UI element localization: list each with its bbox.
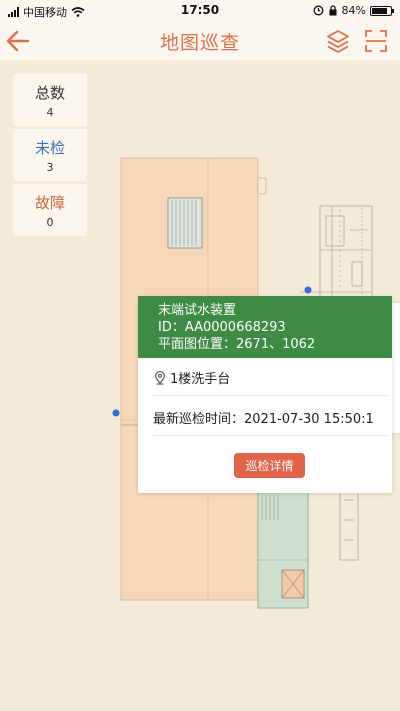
stat-value: 3 <box>46 161 54 174</box>
status-right: 84% <box>313 4 394 17</box>
device-info-popup: 末端试水装置 ID：AA0000668293 平面图位置：2671、1062 1… <box>138 296 392 493</box>
layers-icon <box>327 30 349 53</box>
stat-fault[interactable]: 故障 0 <box>13 184 87 236</box>
stat-label: 未检 <box>34 139 65 157</box>
battery-fill <box>372 7 388 14</box>
latest-inspection-text: 最新巡检时间：2021-07-30 15:50:1 <box>153 412 374 427</box>
stat-value: 4 <box>46 106 54 119</box>
device-id: ID：AA0000668293 <box>158 320 286 335</box>
location-row: 1楼洗手台 <box>153 360 387 396</box>
stat-total[interactable]: 总数 4 <box>13 74 87 126</box>
orientation-lock-icon <box>329 5 337 16</box>
stat-value: 0 <box>46 216 54 229</box>
stat-label: 故障 <box>34 194 65 212</box>
alarm-icon <box>313 5 323 16</box>
location-pin-icon <box>155 370 165 385</box>
battery-percent: 84% <box>341 4 366 17</box>
stat-label: 总数 <box>34 84 65 102</box>
layers-button[interactable] <box>326 28 350 54</box>
popup-header: 末端试水装置 ID：AA0000668293 平面图位置：2671、1062 <box>138 296 392 358</box>
status-bar: 中国移动 17:50 84% <box>0 0 400 22</box>
scan-icon <box>365 30 387 52</box>
inspection-row: 最新巡检时间：2021-07-30 15:50:1 <box>153 400 387 436</box>
battery-icon <box>370 5 394 16</box>
scan-button[interactable] <box>364 28 388 54</box>
device-position: 平面图位置：2671、1062 <box>158 337 316 352</box>
location-text: 1楼洗手台 <box>170 372 231 387</box>
app-header: 地图巡查 <box>0 22 400 60</box>
inspection-detail-button[interactable]: 巡检详情 <box>234 453 305 478</box>
device-name: 末端试水装置 <box>158 303 237 318</box>
stat-uninspected[interactable]: 未检 3 <box>13 129 87 181</box>
